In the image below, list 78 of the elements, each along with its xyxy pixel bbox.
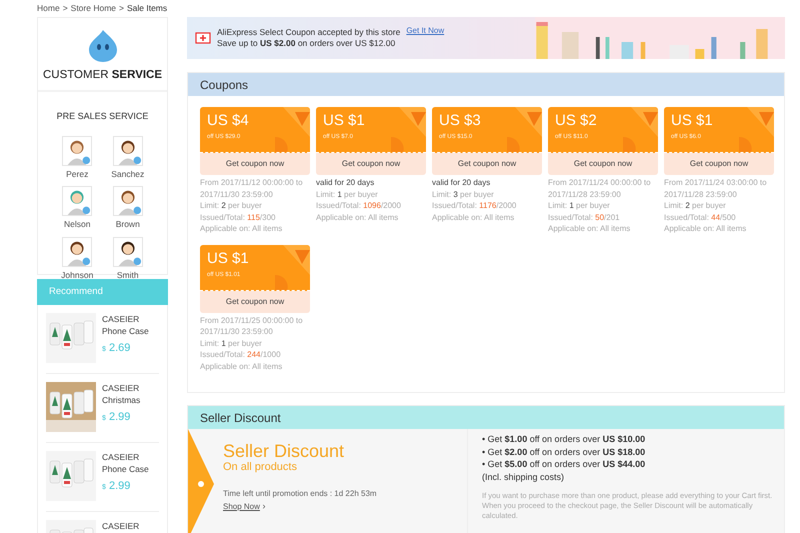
discount-rule: • Get $2.00 off on orders over US $18.00 (482, 446, 646, 458)
coupon-limit: Limit: 2 per buyer (664, 200, 727, 212)
get-coupon-button[interactable]: Get coupon now (548, 153, 658, 175)
coupon-issued-total: Issued/Total: 1176/2000 (432, 200, 518, 212)
get-coupon-button[interactable]: Get coupon now (200, 153, 310, 175)
product-name: CASEIER Phone Case (102, 313, 150, 337)
get-coupon-button[interactable]: Get coupon now (664, 153, 774, 175)
agent-card[interactable]: Brown (102, 186, 153, 231)
coupon-pattern-icon (623, 107, 658, 152)
coupon-applicable: Applicable on: All items (316, 212, 400, 223)
coupon-amount: US $1 (671, 112, 714, 130)
coupon-amount: US $4 (207, 112, 250, 130)
breadcrumb-separator: > (119, 2, 124, 15)
coupon-issued-total: Issued/Total: 1096/2000 (316, 200, 402, 212)
coupon-issued-total: Issued/Total: 44/500 (664, 212, 737, 223)
recommend-header: Recommend (37, 279, 168, 305)
seller-discount-header: Seller Discount (188, 406, 784, 429)
coupon-amount: US $3 (439, 112, 482, 130)
coupon-issued-total: Issued/Total: 115/300 (200, 212, 276, 223)
get-coupon-button[interactable]: Get coupon now (200, 290, 310, 312)
banner-text: Save up to US $2.00 on orders over US $12.00 (217, 38, 396, 49)
coupon-amount: US $1 (323, 112, 366, 130)
coupon-limit: Limit: 1 per buyer (200, 338, 263, 349)
coupons-header: Coupons (188, 73, 784, 96)
coupon-applicable: Applicable on: All items (432, 212, 516, 223)
coupon-applicable: Applicable on: All items (664, 223, 748, 234)
get-coupon-button[interactable]: Get coupon now (316, 153, 426, 175)
coupon-issued-total: Issued/Total: 244/1000 (200, 349, 282, 360)
avatar-icon (112, 186, 143, 216)
shipping-note: (Incl. shipping costs) (482, 470, 566, 483)
breadcrumb-link[interactable]: Sale Items (126, 2, 168, 17)
product-item[interactable]: CASEIER (46, 512, 159, 533)
discount-subheading: On all products (223, 461, 298, 474)
get-coupon-button[interactable]: Get coupon now (432, 153, 542, 175)
agent-card[interactable]: Nelson (52, 186, 102, 231)
coupon-limit: Limit: 3 per buyer (432, 188, 495, 200)
coupon-pattern-icon (391, 107, 426, 152)
agent-card[interactable]: Smith (102, 237, 153, 282)
product-name: CASEIER Phone Case (102, 451, 150, 475)
breadcrumb-link[interactable]: Home (37, 2, 60, 17)
discount-rule: • Get $1.00 off on orders over US $10.00 (482, 433, 646, 446)
coupon-icon (195, 32, 211, 44)
agent-card[interactable]: Perez (52, 136, 102, 180)
avatar-icon (62, 136, 92, 166)
section-heading: PRE SALES SERVICE (56, 110, 150, 123)
coupon-applicable: Applicable on: All items (200, 360, 284, 372)
coupon-amount: US $2 (555, 112, 598, 130)
breadcrumb-link[interactable]: Store Home (70, 2, 116, 17)
coupon-validity: valid for 20 days (432, 177, 492, 188)
coupon-pattern-icon (739, 107, 774, 152)
coupon-amount: US $1 (207, 250, 250, 268)
agent-card[interactable]: Sanchez (102, 136, 153, 180)
breadcrumb-separator: > (62, 2, 68, 15)
discount-rule: • Get $5.00 off on orders over US $44.00 (482, 458, 646, 470)
avatar-icon (62, 186, 92, 216)
chevron-icon: › (262, 501, 266, 511)
avatar-icon (112, 136, 143, 166)
coupon-pattern-icon (275, 107, 310, 152)
banner-title: AliExpress Select Coupon accepted by this store (217, 27, 400, 38)
coupon-applicable: Applicable on: All items (200, 223, 284, 234)
get-it-now-link[interactable]: Get It Now (406, 25, 444, 37)
discount-heading: Seller Discount (223, 441, 346, 461)
avatar-icon (112, 237, 143, 267)
agent-card[interactable]: Johnson (52, 237, 102, 282)
coupon-issued-total: Issued/Total: 50/201 (548, 212, 621, 223)
customer-service-title: CUSTOMER SERVICE (42, 68, 162, 83)
coupon-validity: valid for 20 days (316, 177, 376, 188)
coupon-limit: Limit: 1 per buyer (316, 188, 379, 200)
product-name: CASEIER Christmas (102, 382, 142, 406)
coupon-limit: Limit: 2 per buyer (200, 200, 263, 212)
coupon-applicable: Applicable on: All items (548, 223, 632, 234)
coupon-pattern-icon (275, 244, 310, 290)
time-left-text: Time left until promotion ends : 1d 22h 53m (223, 488, 378, 500)
product-name: CASEIER (102, 520, 140, 532)
shop-now-link[interactable]: Shop Now (223, 502, 260, 511)
coupon-limit: Limit: 1 per buyer (548, 200, 611, 212)
avatar-icon (62, 237, 92, 267)
coupon-pattern-icon (507, 107, 542, 152)
